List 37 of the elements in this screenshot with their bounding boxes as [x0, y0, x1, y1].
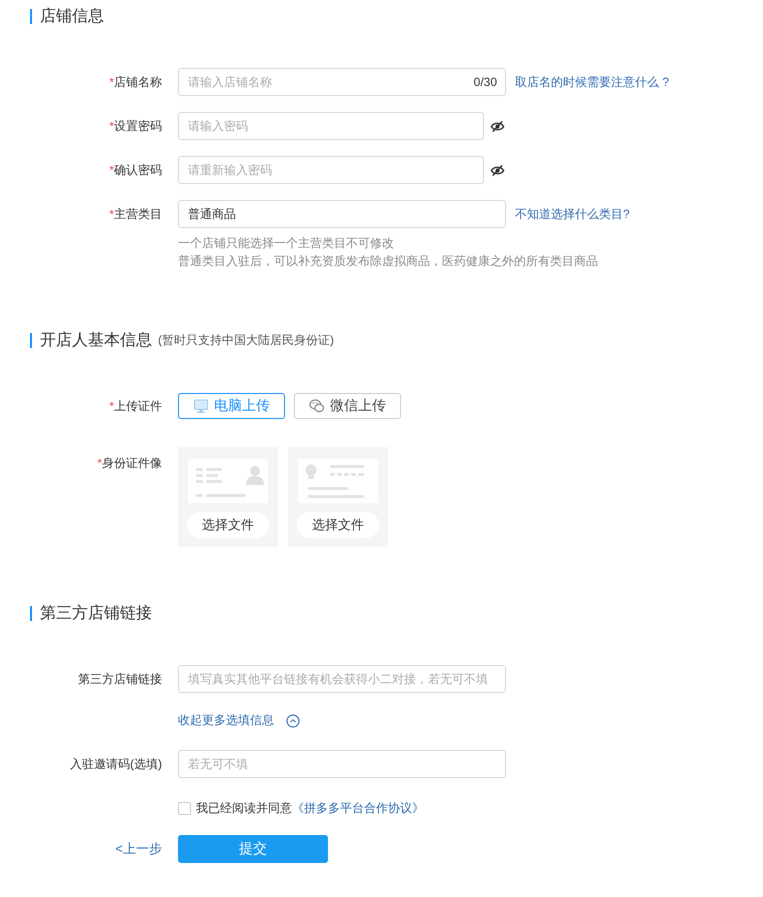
section-title: 店铺信息 [40, 6, 104, 26]
submit-button[interactable]: 提交 [178, 835, 328, 863]
input-field[interactable]: 请输入密码 [178, 112, 484, 140]
section-note: (暂时只支持中国大陆居民身份证) [158, 332, 334, 348]
upload-option[interactable]: 电脑上传 [178, 393, 285, 419]
field-label: *主营类目 [108, 206, 162, 222]
section-title: 第三方店铺链接 [40, 604, 152, 624]
agreement-link[interactable]: 《拼多多平台合作协议》 [292, 800, 424, 817]
back-link[interactable]: <上一步 [115, 841, 162, 856]
monitor-icon [193, 398, 209, 414]
field-label: *上传证件 [108, 398, 162, 414]
collapse-link[interactable]: 收起更多选填信息 [178, 712, 274, 729]
hint-text: 一个店铺只能选择一个主营类目不可修改 [178, 235, 395, 252]
field-label: 第三方店铺链接 [77, 670, 162, 688]
input-field[interactable]: 普通商品 [178, 200, 506, 228]
field-label: 入驻邀请码(选填) [69, 756, 162, 772]
eye-slash-icon[interactable] [490, 118, 505, 134]
help-link[interactable]: 取店名的时候需要注意什么 ? [515, 74, 670, 90]
field-label: *店铺名称 [108, 74, 162, 90]
input-field[interactable]: 若无可不填 [178, 750, 506, 778]
field-label: *确认密码 [108, 162, 162, 178]
upload-option[interactable]: 微信上传 [294, 393, 401, 419]
help-link[interactable]: 不知道选择什么类目? [515, 206, 630, 222]
field-label: *身份证件像 [96, 455, 162, 472]
hint-text: 普通类目入驻后，可以补充资质发布除虚拟商品，医药健康之外的所有类目商品 [178, 253, 599, 270]
section-title: 开店人基本信息 [40, 330, 152, 350]
input-field[interactable]: 填写真实其他平台链接有机会获得小二对接，若无可不填 [178, 665, 506, 693]
choose-file-button[interactable]: 选择文件 [297, 512, 379, 538]
agreement-text: 我已经阅读并同意 [196, 800, 292, 817]
eye-slash-icon[interactable] [490, 162, 505, 178]
chat-bubbles-icon [309, 398, 325, 414]
input-field[interactable]: 请重新输入密码 [178, 156, 484, 184]
field-label: *设置密码 [108, 118, 162, 134]
character-counter: 0/30 [474, 75, 497, 89]
chevron-circle-icon[interactable] [286, 714, 300, 728]
choose-file-button[interactable]: 选择文件 [187, 512, 269, 538]
checkbox[interactable] [178, 802, 191, 815]
